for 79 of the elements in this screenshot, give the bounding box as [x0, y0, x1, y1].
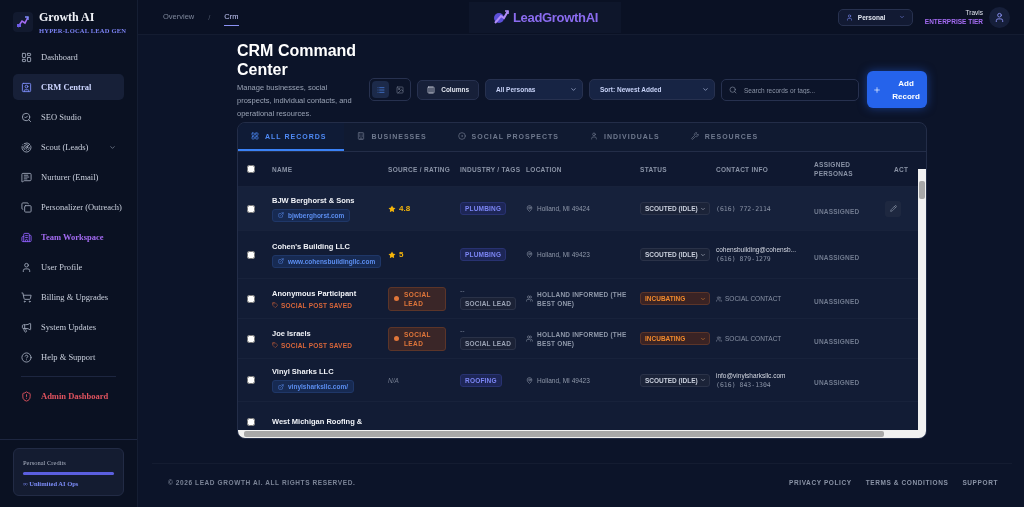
sidebar-item[interactable]: Personalizer (Outreach): [13, 194, 124, 220]
sidebar-item[interactable]: Scout (Leads): [13, 134, 124, 160]
horizontal-scrollbar[interactable]: [238, 430, 918, 438]
row-checkbox[interactable]: [247, 204, 255, 213]
chevron-down-icon: [702, 86, 709, 93]
megaphone-icon: [21, 321, 32, 333]
external-link-icon: [278, 258, 284, 264]
users-icon: [526, 335, 533, 342]
user-icon: [590, 132, 598, 140]
sidebar-item[interactable]: Help & Support: [13, 344, 124, 370]
chevron-down-icon: [700, 295, 706, 302]
columns-icon: [427, 85, 436, 94]
sidebar-item[interactable]: Team Workspace: [13, 224, 124, 250]
chevron-down-icon: [700, 205, 706, 212]
sidebar-item[interactable]: Billing & Upgrades: [13, 284, 124, 310]
person-board-icon: [21, 81, 32, 93]
tag-icon: [272, 342, 278, 348]
list-view-button[interactable]: [372, 81, 390, 98]
circle-icon: [457, 132, 466, 140]
building-icon: [21, 231, 32, 243]
grid-icon: [251, 132, 259, 140]
chevron-down-icon: [700, 335, 706, 342]
avatar-button[interactable]: [989, 6, 1010, 28]
brand-logo: LeadGrowthAI: [469, 1, 621, 33]
rating: 4.8: [388, 204, 460, 213]
cart-icon: [21, 291, 32, 303]
user-icon: [21, 261, 32, 273]
sidebar-item[interactable]: User Profile: [13, 254, 124, 280]
chevron-down-icon: [570, 86, 577, 93]
tools-icon: [690, 132, 699, 140]
select-all-checkbox[interactable]: [247, 165, 255, 173]
row-checkbox[interactable]: [247, 334, 255, 343]
brand-name: Growth AI: [39, 10, 96, 25]
row-checkbox[interactable]: [247, 376, 255, 384]
map-pin-icon: [526, 251, 533, 258]
add-record-button[interactable]: Add Record: [867, 71, 927, 108]
pencil-icon: [889, 205, 897, 212]
tag-icon: [272, 302, 278, 308]
external-link-icon: [278, 212, 284, 218]
external-link-icon: [278, 383, 284, 390]
sidebar-item[interactable]: SEO Studio: [13, 104, 124, 130]
edit-button[interactable]: [885, 200, 901, 217]
radar-icon: [21, 141, 32, 153]
chevron-down-icon: [898, 14, 905, 20]
image-icon: [395, 85, 404, 94]
users-icon: [526, 295, 533, 302]
sidebar-item[interactable]: Admin Dashboard: [13, 383, 124, 409]
vertical-scrollbar[interactable]: [918, 169, 926, 438]
sidebar-item[interactable]: Nurturer (Email): [13, 164, 124, 190]
user-icon: [845, 13, 853, 21]
dashboard-icon: [21, 51, 32, 63]
row-checkbox[interactable]: [247, 294, 255, 303]
row-checkbox[interactable]: [247, 250, 255, 259]
rating: 5: [388, 250, 460, 259]
users-icon: [716, 295, 722, 302]
shield-icon: [21, 390, 32, 402]
sidebar-item[interactable]: CRM Central: [13, 74, 124, 100]
help-icon: [21, 351, 32, 363]
row-checkbox[interactable]: [247, 417, 255, 426]
star-icon: [388, 250, 396, 259]
sidebar-item[interactable]: Dashboard: [13, 44, 124, 70]
page-title: CRM Command Center: [237, 41, 358, 79]
search-icon: [21, 111, 32, 123]
user-icon: [994, 11, 1005, 23]
plus-icon: [873, 85, 881, 94]
search-icon: [729, 85, 737, 94]
chevron-down-icon: [700, 251, 706, 258]
building-icon: [357, 132, 366, 140]
message-icon: [21, 171, 32, 183]
star-icon: [388, 204, 396, 213]
users-icon: [716, 335, 722, 342]
dot-icon: [394, 296, 399, 301]
dot-icon: [394, 336, 399, 341]
list-icon: [376, 85, 385, 94]
chevron-down-icon: [700, 377, 706, 383]
copy-icon: [21, 201, 32, 213]
sidebar-item[interactable]: System Updates: [13, 314, 124, 340]
map-pin-icon: [526, 205, 533, 212]
map-pin-icon: [526, 376, 533, 384]
